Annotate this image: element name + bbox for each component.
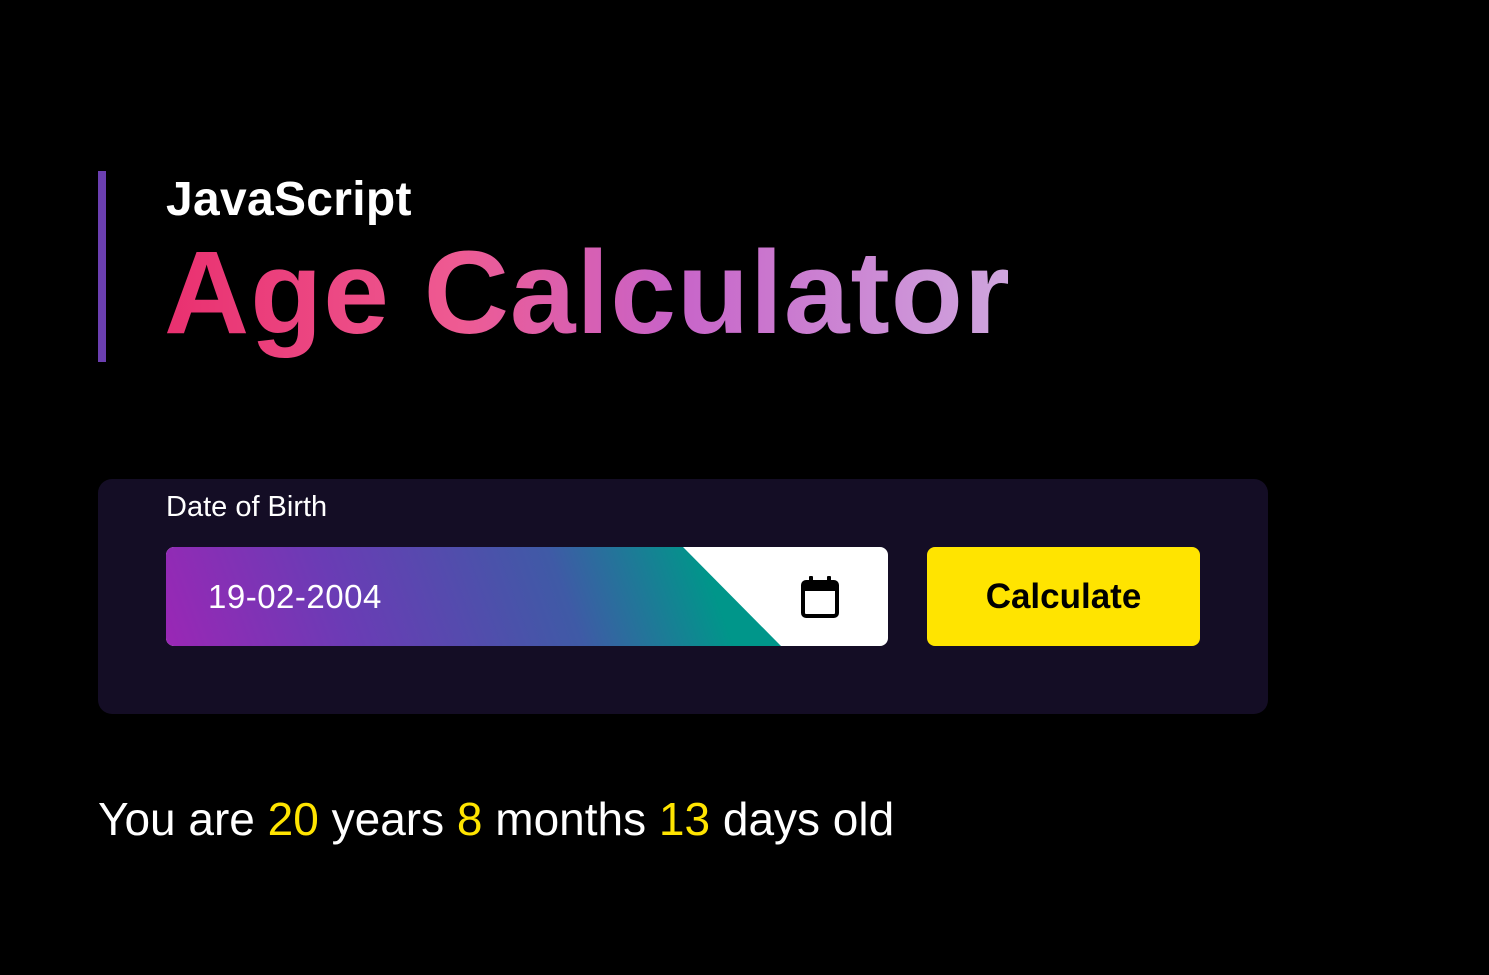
dob-label: Date of Birth (166, 491, 328, 523)
result-months-label: months (495, 793, 647, 845)
result-days: 13 (658, 793, 711, 845)
age-calculator-page: JavaScript Age Calculator Date of Birth … (0, 0, 1489, 975)
result-months: 8 (456, 793, 483, 845)
input-card: Date of Birth 19-02-2004 Calculate (98, 479, 1268, 714)
result-years: 20 (267, 793, 319, 845)
result-years-label: years (331, 793, 445, 845)
page-title: Age Calculator (164, 223, 1011, 363)
dob-value[interactable]: 19-02-2004 (208, 577, 382, 617)
calendar-icon[interactable] (800, 575, 840, 619)
page-heading: JavaScript Age Calculator (98, 171, 1098, 362)
calculate-button[interactable]: Calculate (927, 547, 1200, 646)
dob-date-input[interactable]: 19-02-2004 (166, 547, 888, 646)
result-days-label: days old (722, 793, 895, 845)
page-subtitle: JavaScript (166, 173, 412, 226)
age-result: You are 20 years 8 months 13 days old (98, 790, 894, 848)
result-prefix: You are (98, 793, 255, 845)
